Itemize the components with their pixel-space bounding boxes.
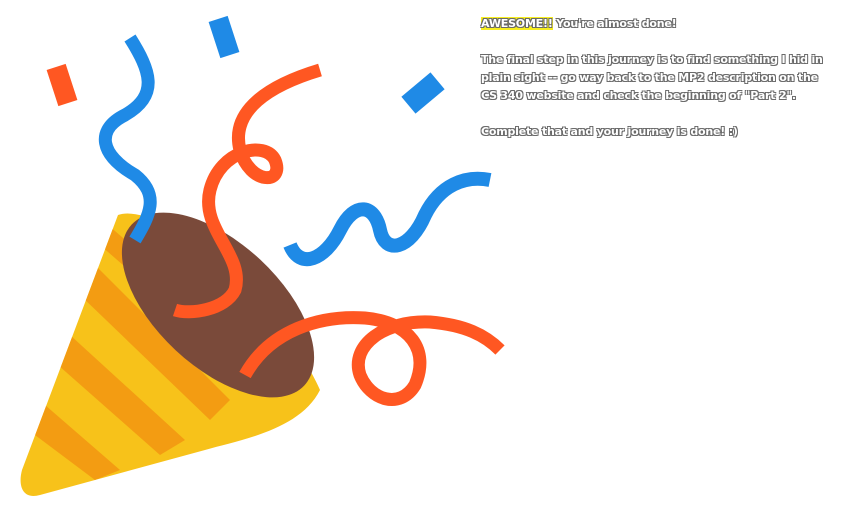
headline-text: You're almost done! [556, 17, 677, 30]
orange-confetti-square [46, 63, 78, 107]
page-canvas: AWESOME!! You're almost done! The final … [0, 0, 848, 518]
blue-confetti-square-top [208, 15, 240, 59]
blue-streamer-left [98, 34, 157, 244]
awesome-highlight: AWESOME!! [481, 17, 553, 30]
blue-streamer-right [283, 171, 492, 267]
party-popper-icon [20, 212, 320, 496]
message-headline-paragraph: AWESOME!! You're almost done! [481, 15, 836, 33]
message-closing: Complete that and your journey is done! … [481, 125, 738, 138]
message-body: The final step in this journey is to fin… [481, 53, 823, 102]
blue-confetti-square-right [401, 72, 445, 114]
congratulations-message: AWESOME!! You're almost done! The final … [481, 15, 836, 159]
